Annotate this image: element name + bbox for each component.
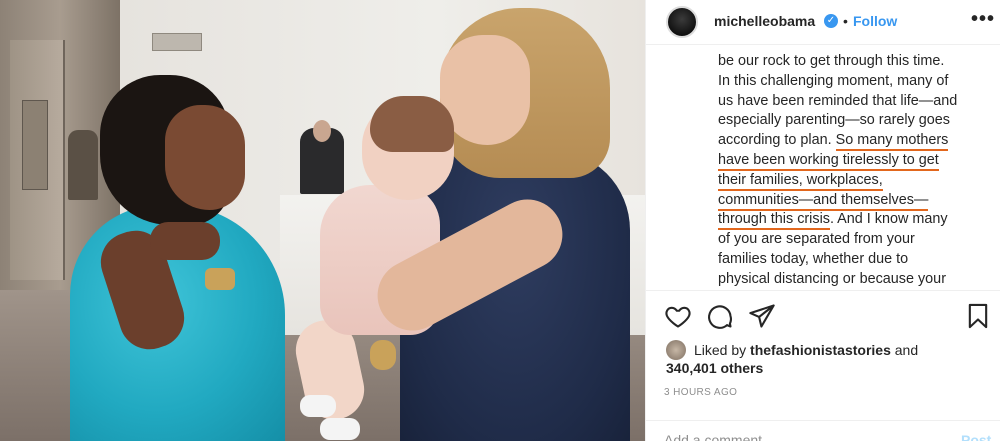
caption: be our rock to get through this time. In… [718,52,978,286]
caption-underlined-text: communities—and themselves— [718,191,929,211]
post-comment-button[interactable]: Post [961,432,991,441]
caption-text: of you are separated from your [718,231,915,248]
caption-line: through this crisis. And I know many [718,210,978,231]
caption-underlined-text: have been working tirelessly to get [718,151,939,171]
post-side-panel: michelleobama ✓ • Follow ••• be our rock… [645,0,1000,441]
likes-and: and [894,342,919,358]
divider [646,290,1000,291]
caption-text: be our rock to get through this time. [718,53,945,69]
woman-blonde-bracelet [370,340,396,370]
elevator-panel [22,100,48,190]
avatar[interactable] [666,6,698,38]
woman-hands [150,222,220,260]
caption-underlined-text: their families, workplaces, [718,171,883,191]
comment-input[interactable]: Add a comment... [664,432,774,441]
caption-line: of you are separated from your [718,230,978,250]
background-person-head [313,120,331,142]
more-options-icon[interactable]: ••• [971,8,995,31]
background-person-left [68,130,98,200]
caption-text: according to plan. [718,132,836,149]
liker-username[interactable]: thefashionistastories [750,342,891,358]
caption-text: . And I know many [829,211,948,228]
likes-summary: Liked by thefashionistastories and 340,4… [666,341,996,377]
divider [646,420,1000,421]
post-photo[interactable] [0,0,645,441]
caption-line: be our rock to get through this time. [718,52,978,72]
wall-sign [152,33,202,51]
woman-face [165,105,245,210]
caption-line: especially parenting—so rarely goes [718,111,978,131]
caption-underlined-text: So many mothers [835,132,949,152]
post-timestamp[interactable]: 3 HOURS AGO [664,387,737,398]
likes-prefix: Liked by [694,342,747,358]
verified-badge-icon: ✓ [824,14,838,28]
caption-text: physical distancing or because your [718,270,946,286]
caption-text: In this challenging moment, many of [718,72,949,89]
share-icon[interactable] [748,302,776,330]
caption-underlined-text: through this crisis [718,211,830,231]
bookmark-icon[interactable] [964,302,992,330]
woman-bracelet [205,268,235,290]
separator-dot: • [843,13,848,29]
caption-text: especially parenting—so rarely goes [718,112,950,129]
username-link[interactable]: michelleobama [714,13,815,29]
follow-button[interactable]: Follow [853,13,897,29]
caption-line: their families, workplaces, [718,171,978,191]
post-header: michelleobama ✓ • Follow ••• [646,0,1000,45]
caption-line: according to plan. So many mothers [718,131,978,152]
likes-count[interactable]: 340,401 others [666,360,763,376]
baby-shoe [320,418,360,440]
caption-line: families today, whether due to [718,250,978,270]
baby-hair [370,96,454,152]
caption-text: families today, whether due to [718,250,909,267]
caption-line: communities—and themselves— [718,191,978,211]
heart-icon[interactable] [664,302,692,330]
comment-icon[interactable] [706,302,734,330]
caption-line: have been working tirelessly to get [718,151,978,171]
caption-line: physical distancing or because your [718,270,978,286]
caption-line: In this challenging moment, many of [718,72,978,92]
caption-text: us have been reminded that life—and [718,92,958,109]
baby-shoe [300,395,336,417]
caption-line: us have been reminded that life—and [718,92,978,112]
